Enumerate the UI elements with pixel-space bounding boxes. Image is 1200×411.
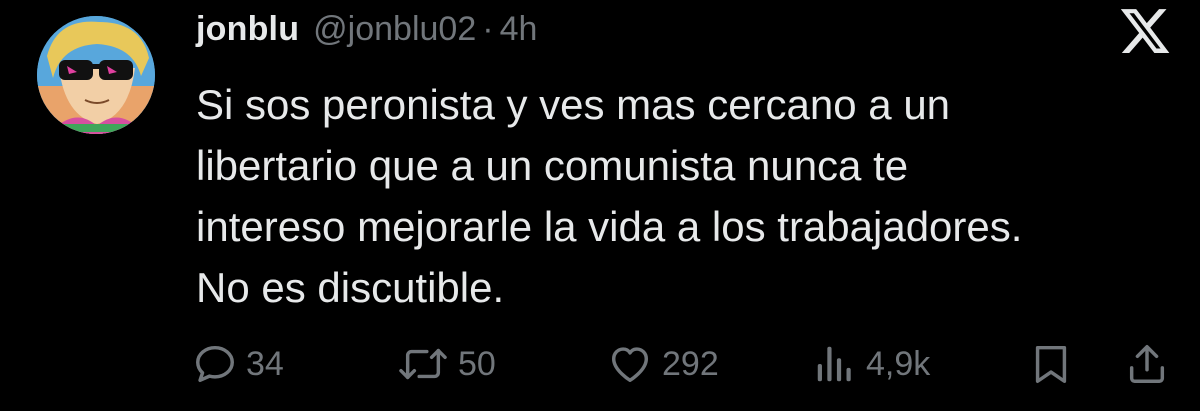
views-button[interactable]: 4,9k [812, 336, 930, 392]
tweet-text-line: intereso mejorarle la vida a los trabaja… [196, 203, 1023, 250]
tweet-card: jonblu @jonblu02 · 4h Si sos peronista y… [0, 0, 1200, 411]
share-icon [1129, 345, 1165, 383]
tweet-text-line: No es discutible. [196, 264, 505, 311]
repost-icon [399, 348, 447, 380]
author-handle[interactable]: @jonblu02 [313, 10, 476, 49]
tweet-text-line: Si sos peronista y ves mas cercano a un [196, 81, 951, 128]
share-button[interactable] [1124, 336, 1170, 392]
views-chart-icon [817, 346, 851, 382]
reply-button[interactable]: 34 [192, 336, 284, 392]
x-logo-icon [1120, 9, 1170, 53]
author-display-name[interactable]: jonblu [196, 10, 299, 49]
repost-button[interactable]: 50 [396, 336, 496, 392]
tweet-text-line: libertario que a un comunista nunca te [196, 142, 909, 189]
like-count: 292 [662, 344, 719, 383]
post-time[interactable]: 4h [500, 10, 538, 49]
like-button[interactable]: 292 [606, 336, 719, 392]
repost-count: 50 [458, 344, 496, 383]
bookmark-icon [1035, 345, 1067, 383]
tweet-text: Si sos peronista y ves mas cercano a un … [196, 74, 1176, 318]
views-count: 4,9k [866, 344, 931, 383]
reply-count: 34 [246, 344, 284, 383]
tweet-header: jonblu @jonblu02 · 4h [196, 10, 537, 60]
reply-icon [196, 345, 234, 383]
separator-dot: · [482, 10, 494, 48]
heart-icon [611, 347, 649, 383]
avatar[interactable] [37, 16, 155, 134]
bookmark-button[interactable] [1028, 336, 1074, 392]
tweet-actions-bar: 34 50 292 4,9k [0, 336, 1200, 392]
avatar-image [37, 16, 155, 134]
